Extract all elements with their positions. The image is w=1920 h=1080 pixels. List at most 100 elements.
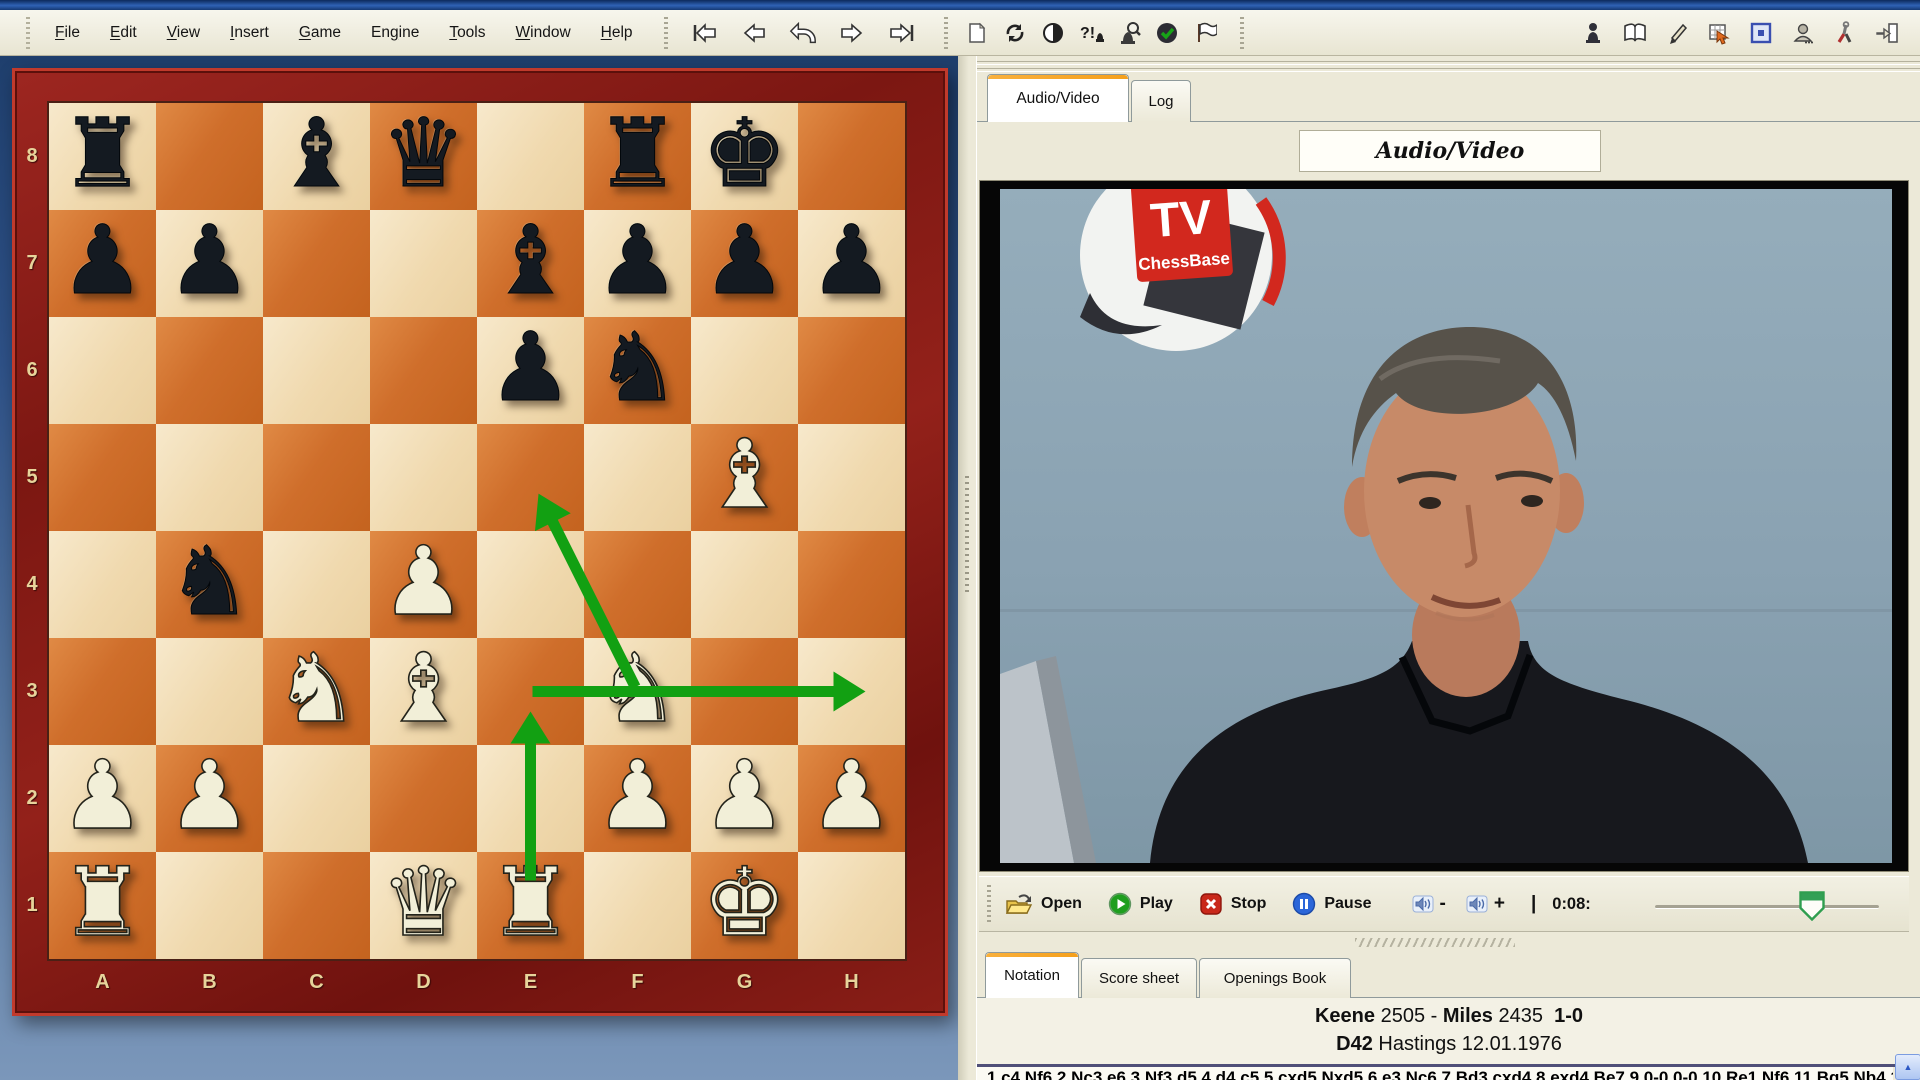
- menu-engine[interactable]: Engine: [356, 24, 434, 42]
- board-square-b8[interactable]: [156, 103, 263, 210]
- takeback-button[interactable]: [788, 18, 818, 48]
- menu-edit[interactable]: Edit: [95, 24, 152, 42]
- piece-white-n-f3[interactable]: ♞: [584, 638, 691, 745]
- pane-splitter[interactable]: [958, 56, 976, 1080]
- piece-black-p-g7[interactable]: ♟: [691, 210, 798, 317]
- piece-white-p-d4[interactable]: ♟: [370, 531, 477, 638]
- slider-track[interactable]: [1655, 905, 1879, 909]
- tab-score-sheet[interactable]: Score sheet: [1081, 958, 1197, 998]
- board-square-b5[interactable]: [156, 424, 263, 531]
- board-square-b1[interactable]: [156, 852, 263, 959]
- board-square-h1[interactable]: [798, 852, 905, 959]
- board-square-d2[interactable]: [370, 745, 477, 852]
- piece-black-q-d8[interactable]: ♛: [370, 103, 477, 210]
- board-square-f4[interactable]: [584, 531, 691, 638]
- piece-black-k-g8[interactable]: ♚: [691, 103, 798, 210]
- splitter-grip[interactable]: [965, 476, 969, 596]
- board-square-c4[interactable]: [263, 531, 370, 638]
- seek-slider[interactable]: [1655, 895, 1879, 917]
- piece-white-p-a2[interactable]: ♟: [49, 745, 156, 852]
- volume-down-button[interactable]: -: [1412, 893, 1446, 915]
- menu-tools[interactable]: Tools: [434, 24, 500, 42]
- board-square-c7[interactable]: [263, 210, 370, 317]
- piece-white-b-d3[interactable]: ♝: [370, 638, 477, 745]
- piece-black-r-f8[interactable]: ♜: [584, 103, 691, 210]
- annotate-button[interactable]: [1664, 18, 1690, 48]
- go-last-button[interactable]: [888, 18, 918, 48]
- go-forward-button[interactable]: [838, 18, 868, 48]
- go-back-button[interactable]: [738, 18, 768, 48]
- board-square-c5[interactable]: [263, 424, 370, 531]
- piece-white-r-e1[interactable]: ♜: [477, 852, 584, 959]
- board-square-c6[interactable]: [263, 317, 370, 424]
- board-square-e3[interactable]: [477, 638, 584, 745]
- board-square-b6[interactable]: [156, 317, 263, 424]
- openings-book-button[interactable]: [1622, 18, 1648, 48]
- controls-grip[interactable]: [987, 885, 991, 923]
- board-square-h4[interactable]: [798, 531, 905, 638]
- menu-help[interactable]: Help: [586, 24, 648, 42]
- menu-game[interactable]: Game: [284, 24, 356, 42]
- stop-button[interactable]: Stop: [1199, 892, 1267, 916]
- chess-board[interactable]: ♜♝♛♜♚♟♟♝♟♟♟♟♞♝♞♟♞♝♞♟♟♟♟♟♜♛♜♚: [49, 103, 905, 959]
- board-square-a3[interactable]: [49, 638, 156, 745]
- video-player[interactable]: TV ChessBase: [979, 180, 1909, 872]
- board-square-a5[interactable]: [49, 424, 156, 531]
- board-square-e8[interactable]: [477, 103, 584, 210]
- board-square-e2[interactable]: [477, 745, 584, 852]
- exit-door-button[interactable]: [1874, 18, 1900, 48]
- menubar-grip[interactable]: [26, 17, 30, 49]
- board-square-d5[interactable]: [370, 424, 477, 531]
- menu-file[interactable]: File: [40, 24, 95, 42]
- board-square-c1[interactable]: [263, 852, 370, 959]
- piece-white-p-h2[interactable]: ♟: [798, 745, 905, 852]
- menu-insert[interactable]: Insert: [215, 24, 284, 42]
- board-square-e4[interactable]: [477, 531, 584, 638]
- board-square-f1[interactable]: [584, 852, 691, 959]
- board-square-a4[interactable]: [49, 531, 156, 638]
- board-square-e5[interactable]: [477, 424, 584, 531]
- piece-black-b-c8[interactable]: ♝: [263, 103, 370, 210]
- flag-button[interactable]: [1192, 18, 1218, 48]
- player-info-button[interactable]: [1790, 18, 1816, 48]
- board-square-h6[interactable]: [798, 317, 905, 424]
- piece-black-p-a7[interactable]: ♟: [49, 210, 156, 317]
- new-game-button[interactable]: [964, 18, 990, 48]
- piece-white-p-f2[interactable]: ♟: [584, 745, 691, 852]
- board-square-h3[interactable]: [798, 638, 905, 745]
- go-first-button[interactable]: [688, 18, 718, 48]
- piece-white-n-c3[interactable]: ♞: [263, 638, 370, 745]
- slider-thumb[interactable]: [1799, 891, 1825, 921]
- piece-white-r-a1[interactable]: ♜: [49, 852, 156, 959]
- piece-setup-button[interactable]: [1580, 18, 1606, 48]
- piece-black-n-b4[interactable]: ♞: [156, 531, 263, 638]
- focus-board-button[interactable]: [1748, 18, 1774, 48]
- piece-black-r-a8[interactable]: ♜: [49, 103, 156, 210]
- engine-check-button[interactable]: [1154, 18, 1180, 48]
- board-square-h5[interactable]: [798, 424, 905, 531]
- evaluate-button[interactable]: [1040, 18, 1066, 48]
- pause-button[interactable]: Pause: [1292, 892, 1371, 916]
- board-square-g4[interactable]: [691, 531, 798, 638]
- analysis-button[interactable]: [1116, 18, 1142, 48]
- tab-audio-video[interactable]: Audio/Video: [987, 74, 1129, 122]
- tab-notation[interactable]: Notation: [985, 952, 1079, 998]
- piece-white-q-d1[interactable]: ♛: [370, 852, 477, 959]
- board-square-f5[interactable]: [584, 424, 691, 531]
- open-button[interactable]: Open: [1005, 893, 1082, 915]
- piece-white-k-g1[interactable]: ♚: [691, 852, 798, 959]
- play-button[interactable]: Play: [1108, 892, 1173, 916]
- board-square-g3[interactable]: [691, 638, 798, 745]
- board-square-g6[interactable]: [691, 317, 798, 424]
- scroll-up-button[interactable]: ▲: [1895, 1054, 1920, 1080]
- piece-black-n-f6[interactable]: ♞: [584, 317, 691, 424]
- piece-black-p-h7[interactable]: ♟: [798, 210, 905, 317]
- piece-white-p-g2[interactable]: ♟: [691, 745, 798, 852]
- replay-button[interactable]: [1002, 18, 1028, 48]
- piece-white-b-g5[interactable]: ♝: [691, 424, 798, 531]
- volume-up-button[interactable]: +: [1466, 893, 1505, 915]
- piece-black-p-b7[interactable]: ♟: [156, 210, 263, 317]
- training-question-button[interactable]: ?!: [1078, 18, 1104, 48]
- board-square-a6[interactable]: [49, 317, 156, 424]
- notation-moves[interactable]: 1.c4 Nf6 2.Nc3 e6 3.Nf3 d5 4.d4 c5 5.cxd…: [977, 1067, 1893, 1080]
